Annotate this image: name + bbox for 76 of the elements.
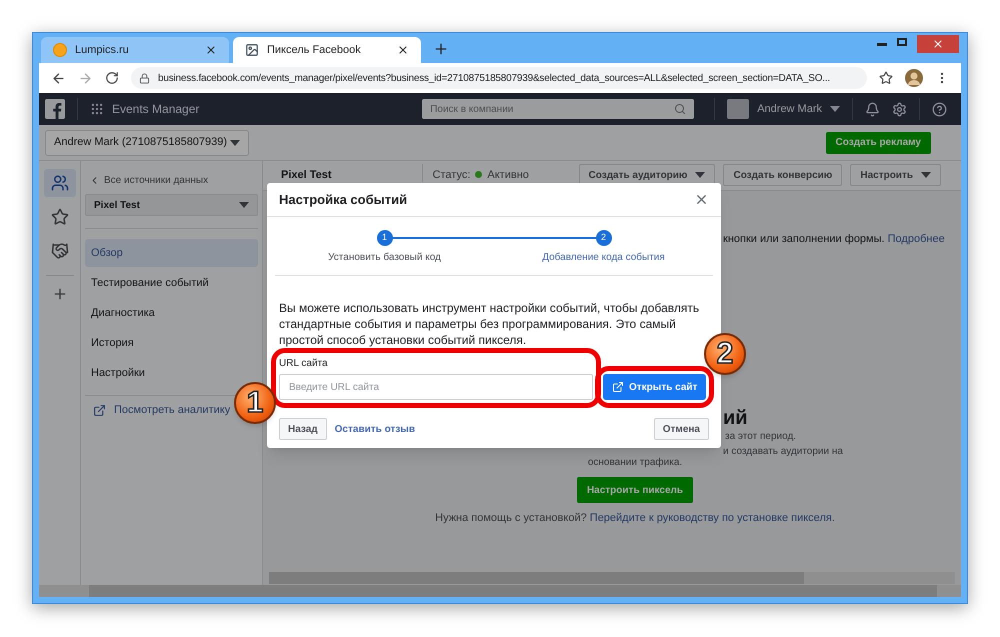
learn-more-link[interactable]: Подробнее [888, 233, 945, 245]
caret-icon [695, 172, 706, 178]
caret-icon [921, 172, 931, 178]
help-icon[interactable] [932, 102, 947, 116]
search-icon[interactable] [674, 103, 686, 115]
body-text: за этот период. [725, 430, 798, 444]
body-text: и создавать аудитории на [723, 445, 843, 459]
dialog-title: Настройка событий [279, 190, 408, 209]
back-icon[interactable] [51, 70, 66, 86]
lock-icon [139, 72, 150, 84]
sidebar-item[interactable]: Диагностика [85, 299, 258, 327]
intro-text: кнопки или заполнении формы. [723, 233, 885, 245]
field-label: URL сайта [279, 357, 328, 371]
site-icon [53, 43, 67, 57]
people-icon [50, 174, 68, 192]
account-select[interactable]: Andrew Mark (2710875185807939) [45, 130, 249, 156]
back-button[interactable]: Назад [279, 418, 327, 440]
scrollbar[interactable] [39, 585, 961, 597]
open-site-button[interactable]: Открыть сайт [603, 374, 706, 400]
tab-title: Lumpics.ru [75, 42, 130, 58]
avatar-icon[interactable] [905, 69, 923, 87]
app-title: Events Manager [112, 101, 200, 118]
sidebar-item[interactable]: Тестирование событий [85, 269, 258, 297]
setup-pixel-button[interactable]: Настроить пиксель [577, 477, 693, 503]
pixel-select[interactable]: Pixel Test [85, 194, 258, 216]
address-bar[interactable]: business.facebook.com/events_manager/pixel/events?business_id=2710875185807939&selected_data_sources=ALL&selected_screen_section=DATA_SO... [131, 67, 867, 89]
user-menu[interactable]: Andrew Mark [727, 99, 840, 119]
close-icon[interactable] [205, 44, 217, 56]
description-text: Вы можете использовать инструмент настройки событий, чтобы добавлять стандартные события и параметры без программирования. Это самый простой способ установки событий пикселя. [279, 300, 700, 348]
external-link-icon [93, 404, 106, 417]
caret-icon [230, 140, 240, 146]
star-icon [50, 208, 68, 226]
user-avatar [727, 99, 750, 119]
new-tab-icon[interactable] [433, 41, 449, 57]
help-text: Нужна помощь с установкой? [435, 512, 587, 524]
step-label[interactable]: Установить базовый код [328, 250, 441, 265]
browser-tab[interactable]: Lumpics.ru [41, 37, 229, 63]
handshake-icon [50, 242, 68, 260]
create-ad-button[interactable]: Создать рекламу [826, 132, 931, 154]
sidebar-item[interactable]: Обзор [85, 239, 258, 267]
add-icon[interactable] [52, 286, 68, 302]
back-link[interactable]: Все источники данных [85, 173, 258, 188]
analytics-link[interactable]: Посмотреть аналитику [93, 402, 230, 418]
close-icon [932, 38, 944, 50]
url-input[interactable]: Введите URL сайта [279, 374, 593, 400]
url-text: business.facebook.com/events_manager/pixel/events?business_id=2710875185807939&selected_data_sources=ALL&selected_screen_section=DATA_SO... [158, 72, 830, 86]
image-icon [245, 43, 259, 57]
bookmark-icon[interactable] [879, 71, 893, 85]
logo-icon[interactable] [45, 99, 65, 119]
caret-icon [239, 202, 249, 208]
heading-text: ий [723, 407, 749, 429]
guide-link[interactable]: Перейдите к руководству по установке пикселя. [590, 512, 835, 524]
browser-tab[interactable]: Пиксель Facebook [233, 37, 421, 63]
sidebar-item[interactable]: История [85, 329, 258, 357]
external-link-icon [612, 381, 624, 393]
close-icon[interactable] [397, 44, 409, 56]
apps-icon[interactable] [90, 102, 104, 116]
feedback-link[interactable]: Оставить отзыв [334, 422, 415, 436]
settings-icon[interactable] [892, 102, 907, 116]
status-text: Активно [487, 168, 529, 183]
close-window-button[interactable] [917, 35, 959, 53]
body-text: основании трафика. [588, 456, 682, 470]
tab-title: Пиксель Facebook [267, 42, 362, 58]
cancel-button[interactable]: Отмена [654, 418, 709, 440]
maximize-icon[interactable] [897, 38, 907, 46]
toolbar-button[interactable]: Настроить [850, 164, 941, 186]
search-field[interactable]: Поиск в компании [422, 99, 694, 119]
pixel-name: Pixel Test [281, 168, 332, 183]
toolbar-button[interactable]: Создать конверсию [723, 164, 842, 186]
reload-icon[interactable] [105, 71, 119, 85]
rail-tab[interactable] [44, 169, 76, 197]
status-label: Статус: [432, 168, 470, 183]
caret-icon [830, 106, 840, 112]
step-label[interactable]: Добавление кода события [542, 250, 665, 265]
scrollbar[interactable] [269, 572, 955, 584]
notifications-icon[interactable] [865, 102, 880, 116]
